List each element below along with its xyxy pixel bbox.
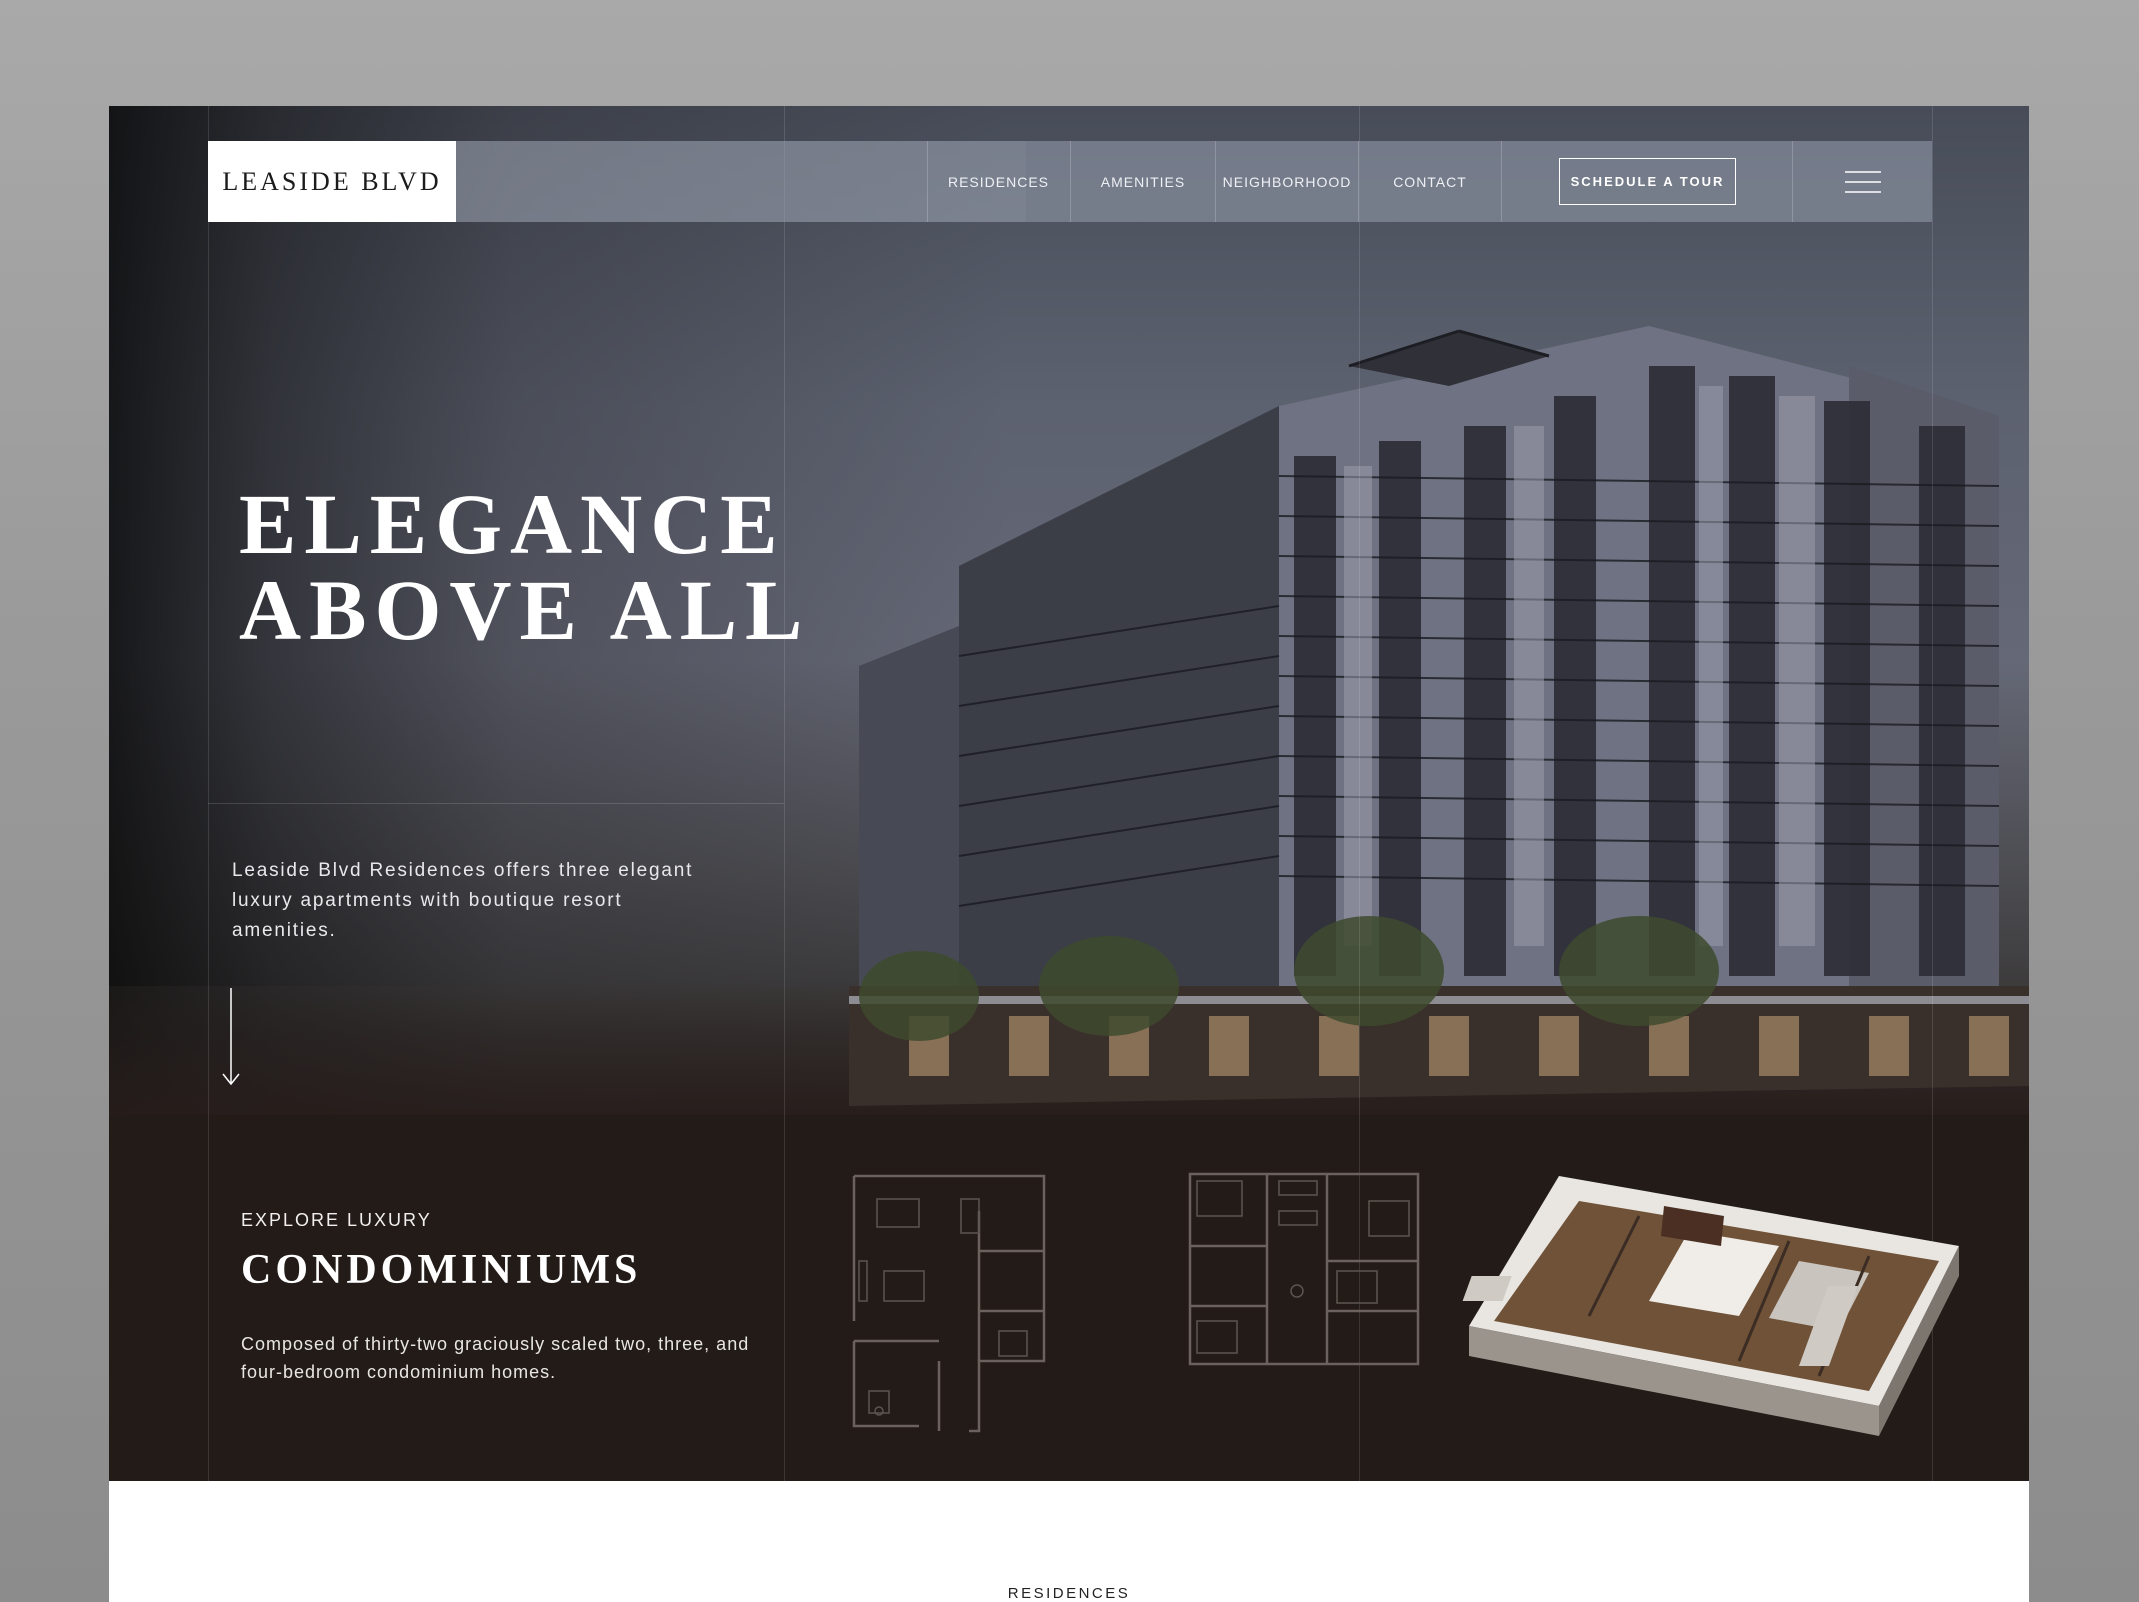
condos-eyebrow: EXPLORE LUXURY bbox=[241, 1210, 432, 1230]
grid-line bbox=[1359, 106, 1360, 1602]
nav-item-amenities[interactable]: AMENITIES bbox=[1070, 141, 1215, 222]
grid-line bbox=[784, 106, 785, 1602]
hero-description: Leaside Blvd Residences offers three ele… bbox=[232, 860, 694, 941]
nav-item-contact[interactable]: CONTACT bbox=[1358, 141, 1501, 222]
floorplan-drawing-2 bbox=[1188, 1172, 1420, 1366]
site-logo[interactable]: LEASIDE BLVD bbox=[208, 141, 456, 222]
condos-title: CONDOMINIUMS bbox=[241, 1247, 642, 1293]
hero-headline-line-2: ABOVE ALL bbox=[239, 562, 811, 658]
page-frame: ELEGANCE ABOVE ALL Leaside Blvd Residenc… bbox=[109, 106, 2029, 1602]
schedule-tour-button[interactable]: SCHEDULE A TOUR bbox=[1559, 158, 1736, 205]
floorplan-drawing-1 bbox=[852, 1174, 1046, 1433]
hero-building-image bbox=[849, 326, 2029, 1106]
grid-line bbox=[208, 106, 209, 1602]
nav-item-residences[interactable]: RESIDENCES bbox=[927, 141, 1069, 222]
hero-section: ELEGANCE ABOVE ALL Leaside Blvd Residenc… bbox=[109, 106, 2029, 1115]
hero-divider bbox=[208, 803, 784, 804]
isometric-floorplan-image bbox=[1462, 1176, 1959, 1436]
arrow-down-icon[interactable] bbox=[221, 988, 241, 1093]
condos-description: Composed of thirty-two graciously scaled… bbox=[241, 1334, 750, 1382]
hero-headline: ELEGANCE ABOVE ALL bbox=[239, 481, 810, 653]
nav-item-neighborhood[interactable]: NEIGHBORHOOD bbox=[1215, 141, 1358, 222]
residences-section bbox=[109, 1481, 2029, 1602]
residences-section-label: RESIDENCES bbox=[1007, 1585, 1131, 1602]
hero-headline-line-1: ELEGANCE bbox=[239, 476, 786, 572]
hamburger-menu-icon[interactable] bbox=[1792, 141, 1932, 222]
